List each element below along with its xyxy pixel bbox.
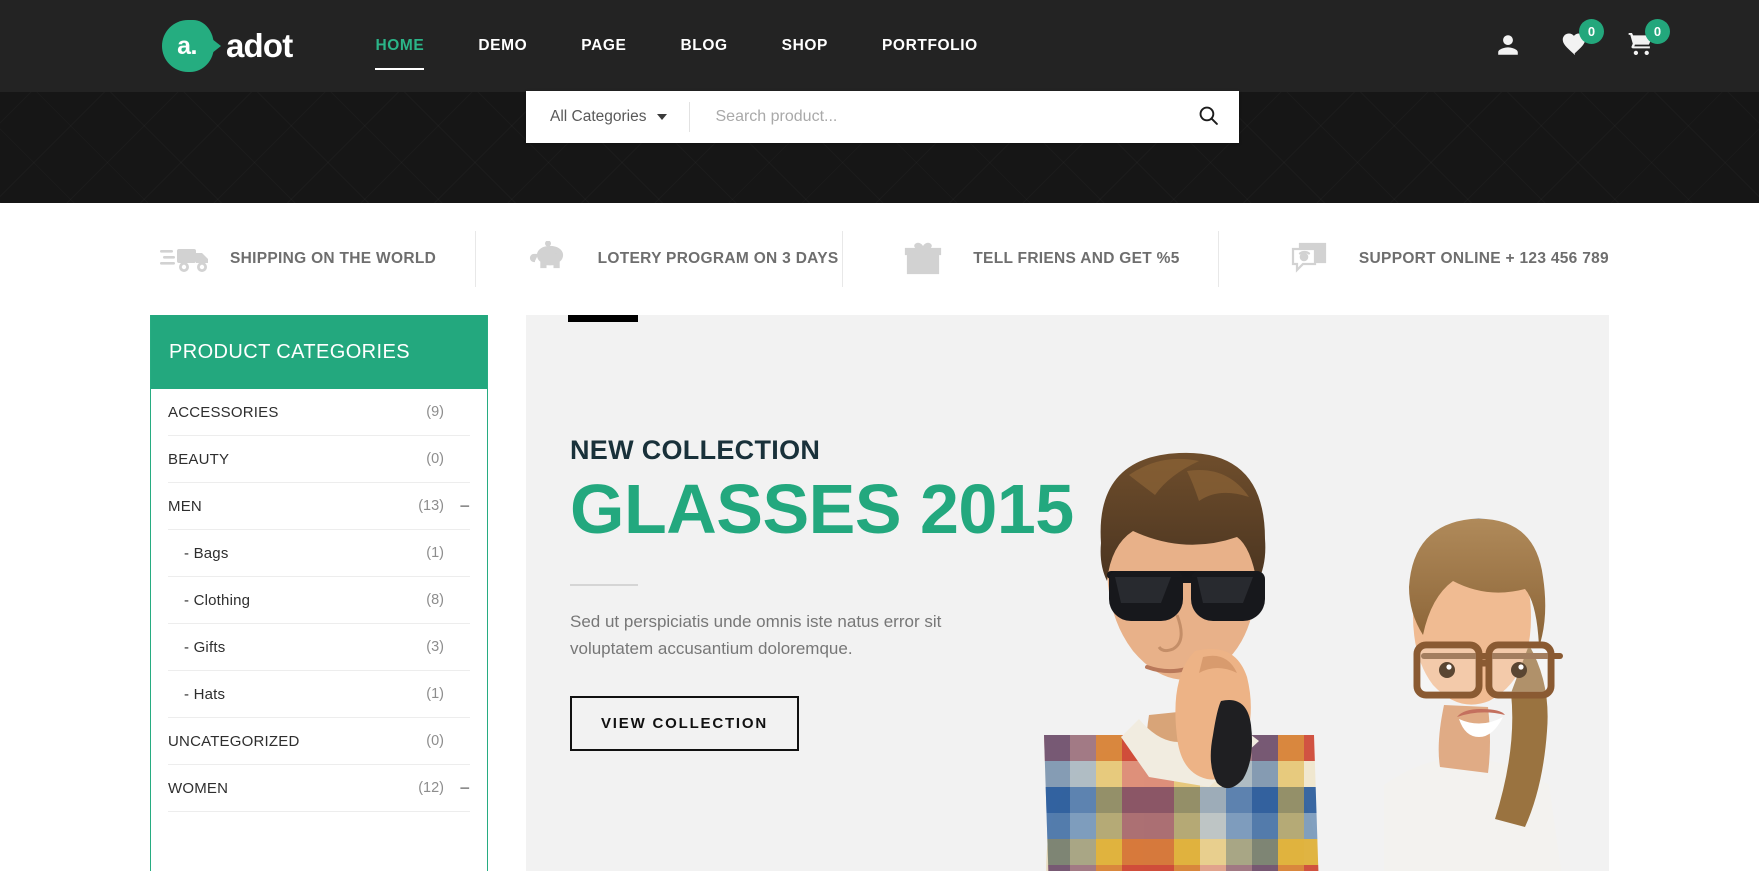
category-name: MEN [168, 497, 202, 515]
category-count: (1) [426, 545, 444, 561]
sidebar-title: PRODUCT CATEGORIES [151, 315, 487, 389]
category-row-clothing[interactable]: - Clothing (8) [168, 577, 470, 624]
category-count: (13) [418, 498, 444, 514]
nav-item-demo[interactable]: DEMO [451, 0, 554, 92]
feature-shipping: SHIPPING ON THE WORLD [150, 231, 476, 287]
feature-lottery-label: LOTERY PROGRAM ON 3 DAYS [597, 250, 839, 267]
collapse-minus-icon[interactable]: − [444, 779, 470, 797]
category-name: BEAUTY [168, 450, 230, 468]
header-actions: 0 0 [1496, 19, 1670, 60]
category-row-beauty[interactable]: BEAUTY (0) [168, 436, 470, 483]
piggy-bank-icon [528, 238, 580, 280]
slide-description: Sed ut perspiciatis unde omnis iste natu… [570, 611, 942, 658]
search-band: All Categories [0, 91, 1759, 203]
category-name: - Clothing [184, 591, 251, 609]
logo-mark-icon: a. [162, 20, 214, 72]
cart-count-badge: 0 [1645, 19, 1670, 44]
category-count: (1) [426, 686, 444, 702]
logo[interactable]: a. adot [162, 20, 293, 72]
slide-eyebrow: NEW COLLECTION [570, 435, 821, 465]
category-count: (0) [426, 733, 444, 749]
slide-headline: GLASSES 2015 [570, 470, 1074, 548]
hero-slider: NEW COLLECTION GLASSES 2015 Sed ut persp… [526, 315, 1609, 871]
feature-bar: SHIPPING ON THE WORLD LOTERY PROGRAM ON … [0, 203, 1759, 315]
support-chat-icon [1289, 238, 1341, 280]
category-row-hats[interactable]: - Hats (1) [168, 671, 470, 718]
category-row-women[interactable]: WOMEN (12) − [168, 765, 470, 812]
gift-icon [903, 238, 955, 280]
category-name: - Bags [184, 544, 229, 562]
category-row-gifts[interactable]: - Gifts (3) [168, 624, 470, 671]
wishlist-count-badge: 0 [1579, 19, 1604, 44]
feature-referral: TELL FRIENS AND GET %5 [843, 231, 1219, 287]
nav-item-portfolio[interactable]: PORTFOLIO [855, 0, 1005, 92]
slide-copy: NEW COLLECTION GLASSES 2015 Sed ut persp… [570, 435, 1090, 751]
category-name: ACCESSORIES [168, 403, 279, 421]
view-collection-button[interactable]: VIEW COLLECTION [570, 695, 799, 751]
feature-support: SUPPORT ONLINE + 123 456 789 [1219, 231, 1609, 287]
site-header: a. adot HOME DEMO PAGE BLOG SHOP PORTFOL… [0, 0, 1759, 92]
category-dropdown[interactable]: All Categories [526, 102, 690, 132]
category-name: - Gifts [184, 638, 226, 656]
search-icon [1198, 105, 1219, 129]
product-search-bar: All Categories [526, 91, 1239, 143]
chevron-down-icon [656, 114, 667, 120]
category-name: - Hats [184, 685, 226, 703]
feature-referral-label: TELL FRIENS AND GET %5 [973, 250, 1180, 267]
category-row-bags[interactable]: - Bags (1) [168, 530, 470, 577]
feature-lottery: LOTERY PROGRAM ON 3 DAYS [476, 231, 844, 287]
search-submit-button[interactable] [1177, 91, 1239, 143]
category-dropdown-label: All Categories [550, 108, 647, 125]
collapse-minus-icon[interactable]: − [444, 497, 470, 515]
category-name: UNCATEGORIZED [168, 732, 300, 750]
category-count: (8) [426, 592, 444, 608]
category-row-accessories[interactable]: ACCESSORIES (9) [168, 389, 470, 436]
search-input[interactable] [689, 108, 1177, 126]
category-count: (12) [418, 780, 444, 796]
slide-divider [570, 583, 638, 586]
main-content: PRODUCT CATEGORIES ACCESSORIES (9) BEAUT… [0, 315, 1759, 871]
truck-icon [160, 238, 212, 280]
category-row-uncategorized[interactable]: UNCATEGORIZED (0) [168, 718, 470, 765]
category-name: WOMEN [168, 779, 229, 797]
cart-icon[interactable]: 0 [1628, 19, 1670, 60]
nav-item-shop[interactable]: SHOP [755, 0, 855, 92]
category-row-men[interactable]: MEN (13) − [168, 483, 470, 530]
feature-shipping-label: SHIPPING ON THE WORLD [230, 250, 437, 267]
nav-item-blog[interactable]: BLOG [653, 0, 754, 92]
nav-item-home[interactable]: HOME [348, 0, 451, 92]
logo-wordmark: adot [226, 27, 293, 64]
category-count: (0) [426, 451, 444, 467]
category-count: (9) [426, 404, 444, 420]
nav-item-page[interactable]: PAGE [554, 0, 653, 92]
wishlist-heart-icon[interactable]: 0 [1562, 19, 1604, 60]
logo-mark-text: a. [177, 31, 197, 60]
product-categories-sidebar: PRODUCT CATEGORIES ACCESSORIES (9) BEAUT… [150, 315, 488, 871]
main-nav: HOME DEMO PAGE BLOG SHOP PORTFOLIO [348, 0, 1004, 92]
category-count: (3) [426, 639, 444, 655]
feature-support-label: SUPPORT ONLINE + 123 456 789 [1358, 250, 1609, 267]
user-icon[interactable] [1496, 32, 1522, 60]
slider-progress-bar [568, 315, 638, 322]
